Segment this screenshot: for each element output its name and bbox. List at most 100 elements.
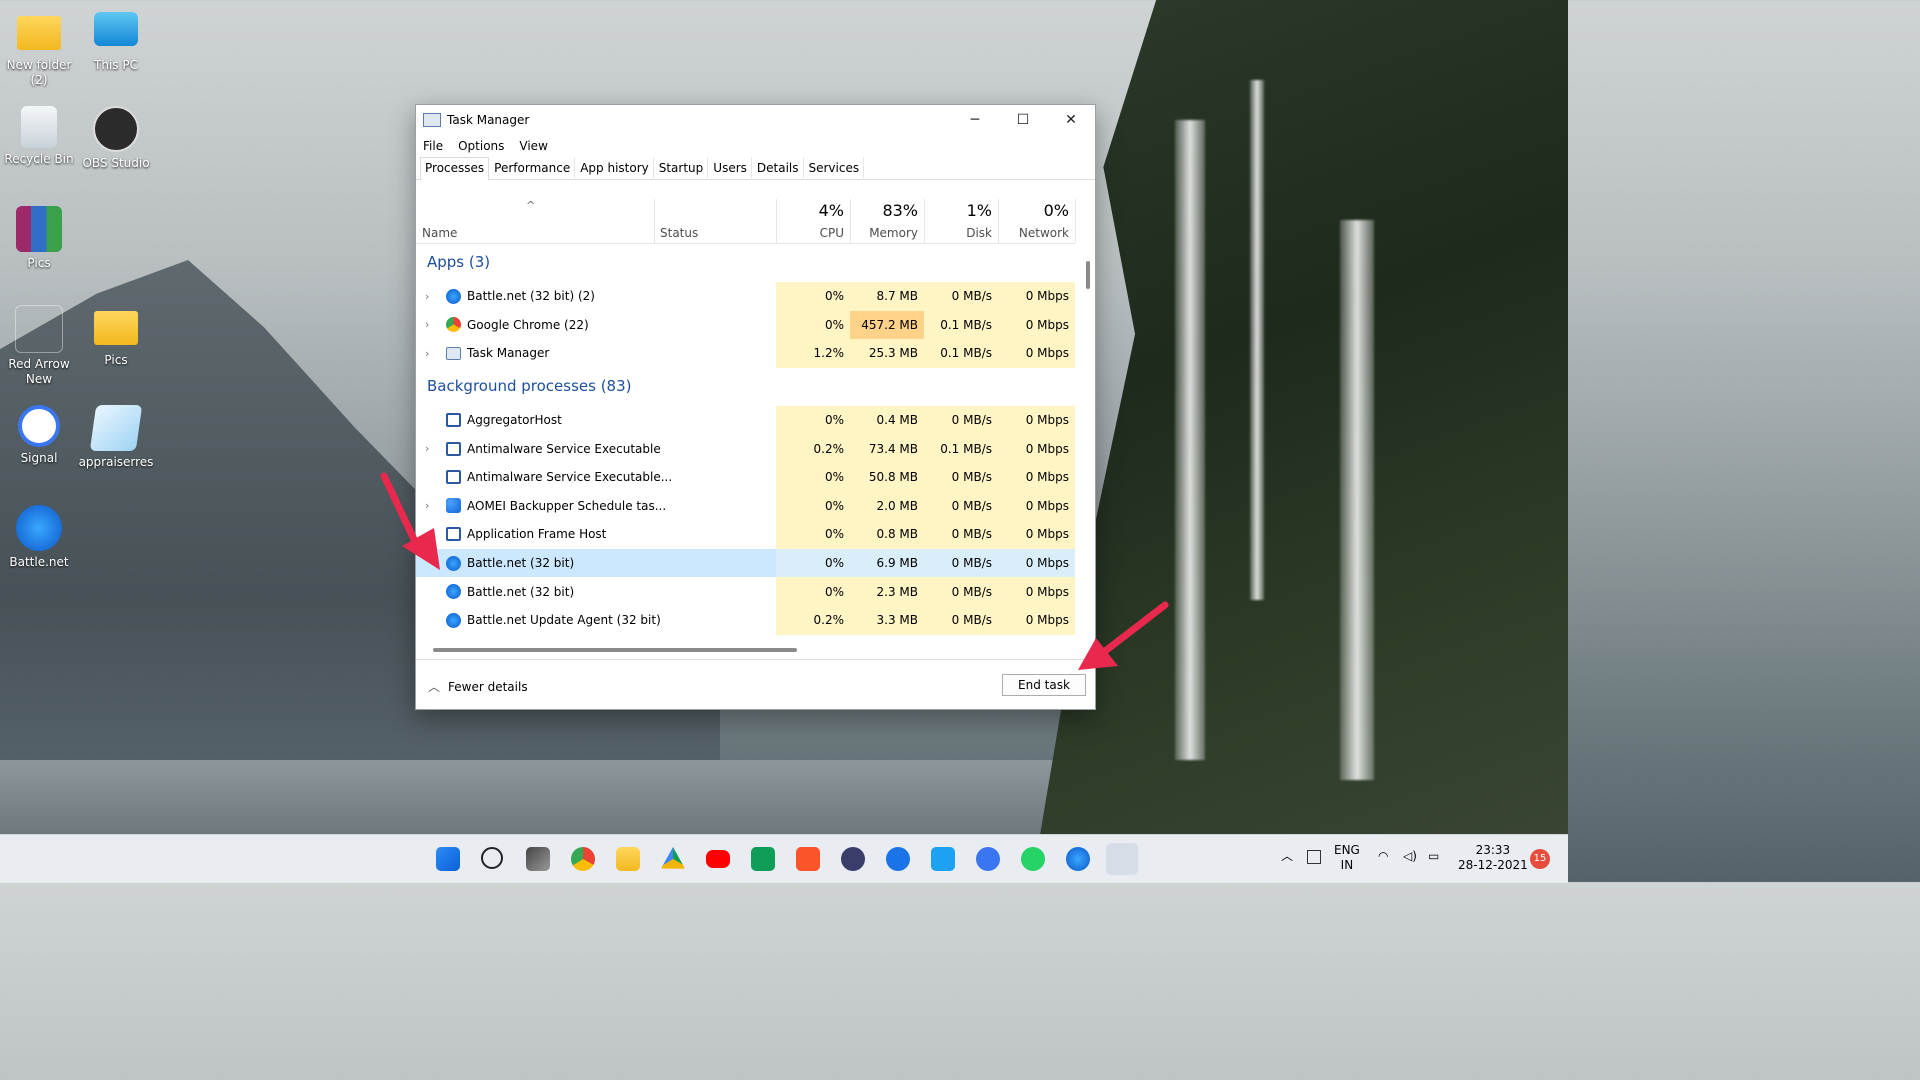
menu-view[interactable]: View [519,139,547,153]
tray-app-icon[interactable] [1307,850,1321,864]
whatsapp-icon[interactable] [1021,847,1045,871]
process-cpu: 0% [776,491,850,521]
column-header-memory[interactable]: 83% Memory [850,199,925,243]
desktop-icon-label: Pics [27,256,51,270]
process-net: 0 Mbps [998,310,1075,340]
google-drive-icon[interactable] [661,847,685,869]
fewer-details-button[interactable]: ︿ Fewer details [428,678,528,695]
volume-icon[interactable]: ◁) [1403,849,1417,864]
process-mem: 3.3 MB [850,605,924,635]
process-row[interactable]: › Task Manager 1.2% 25.3 MB 0.1 MB/s 0 Mbps [416,339,1075,368]
tab-details[interactable]: Details [752,157,804,178]
tab-users[interactable]: Users [708,157,752,178]
show-hidden-icons-chevron-icon[interactable]: ︿ [1281,849,1293,864]
clock[interactable]: 23:33 28-12-2021 [1458,843,1528,873]
process-row[interactable]: › AOMEI Backupper Schedule tas... 0% 2.0 MB… [416,491,1075,521]
menu-file[interactable]: File [423,139,443,153]
recycle-bin-icon [21,106,57,148]
maximize-button[interactable]: ☐ [999,105,1047,135]
task-view-icon[interactable] [526,847,550,871]
horizontal-scrollbar[interactable] [433,648,797,652]
disk-total-percent: 1% [966,201,992,220]
battery-icon[interactable]: ▭ [1428,849,1439,864]
column-header-label: Name [422,226,458,240]
wifi-icon[interactable]: ◠ [1378,849,1388,864]
tab-processes[interactable]: Processes [420,157,490,180]
chevron-right-icon[interactable]: › [425,318,429,331]
youtube-icon[interactable] [706,850,730,868]
task-manager-icon [423,113,441,127]
desktop-icon-appraiserres[interactable]: appraiserres [77,405,155,470]
column-header-network[interactable]: 0% Network [998,199,1076,243]
tab-startup[interactable]: Startup [654,157,709,178]
process-row[interactable]: › Battle.net (32 bit) (2) 0% 8.7 MB 0 MB/s 0 … [416,282,1075,311]
process-mem: 2.0 MB [850,491,924,521]
desktop-icon-pics-folder[interactable]: Pics [77,305,155,368]
notification-badge[interactable]: 15 [1530,849,1550,869]
column-header-cpu[interactable]: 4% CPU [776,199,851,243]
process-disk: 0.1 MB/s [924,434,998,463]
vertical-scrollbar[interactable] [1086,244,1090,642]
process-row[interactable]: › Google Chrome (22) 0% 457.2 MB 0.1 MB/s 0 M… [416,310,1075,340]
bittorrent-icon[interactable] [841,847,865,871]
title-bar[interactable]: Task Manager ─ ☐ ✕ [416,105,1095,135]
process-cpu: 0.2% [776,605,850,635]
scrollbar-thumb[interactable] [1086,261,1090,289]
process-row[interactable]: Battle.net (32 bit) 0% 6.9 MB 0 MB/s 0 Mbps [416,548,1075,578]
process-row[interactable]: › Antimalware Service Executable 0.2% 73.4 … [416,434,1075,463]
column-header-status[interactable]: Status [654,199,777,243]
process-net: 0 Mbps [998,405,1075,435]
close-button[interactable]: ✕ [1047,105,1095,135]
google-sheets-icon[interactable] [751,847,775,871]
process-disk: 0 MB/s [924,548,998,578]
tab-app-history[interactable]: App history [575,157,654,178]
column-header-label: Status [660,226,699,240]
winrar-icon [16,206,62,252]
desktop-icon-this-pc[interactable]: This PC [77,10,155,73]
desktop-icon-new-folder[interactable]: New folder (2) [0,10,78,88]
tab-performance[interactable]: Performance [489,157,576,178]
process-row[interactable]: Application Frame Host 0% 0.8 MB 0 MB/s 0 Mb… [416,520,1075,549]
process-row[interactable]: Antimalware Service Executable... 0% 50.8 … [416,462,1075,492]
group-header-apps[interactable]: Apps (3) [416,244,1075,282]
process-net: 0 Mbps [998,548,1075,578]
column-header-name[interactable]: ^ Name [416,199,655,243]
chevron-right-icon[interactable]: › [425,347,429,360]
process-name: Battle.net (32 bit) (2) [467,289,595,304]
search-icon[interactable] [481,847,503,869]
wallpaper-waterfall [1175,120,1205,760]
chrome-icon[interactable] [571,847,595,871]
tab-services[interactable]: Services [804,157,865,178]
battlenet-icon[interactable] [1066,847,1090,871]
desktop-icon-recycle-bin[interactable]: Recycle Bin [0,106,78,167]
battlenet-icon [446,612,461,628]
menu-options[interactable]: Options [458,139,504,153]
chevron-right-icon[interactable]: › [425,442,429,455]
twitter-icon[interactable] [931,847,955,871]
column-header-disk[interactable]: 1% Disk [924,199,999,243]
desktop-icon-label: Red Arrow New [8,357,70,386]
process-cpu: 0% [776,282,850,311]
task-manager-icon[interactable] [1106,843,1138,875]
process-disk: 0 MB/s [924,462,998,492]
desktop-icon-obs-studio[interactable]: OBS Studio [77,106,155,171]
process-row[interactable]: Battle.net Update Agent (32 bit) 0.2% 3.3 … [416,605,1075,635]
signal-icon[interactable] [976,847,1000,871]
app-icon[interactable] [886,847,910,871]
process-window-icon [446,441,461,456]
process-row[interactable]: AggregatorHost 0% 0.4 MB 0 MB/s 0 Mbps [416,405,1075,435]
desktop-icon-battlenet[interactable]: Battle.net [0,505,78,570]
file-explorer-icon[interactable] [616,847,640,871]
desktop-icon-signal[interactable]: Signal [0,405,78,466]
language-indicator[interactable]: ENG IN [1334,843,1360,873]
chevron-right-icon[interactable]: › [425,290,429,303]
start-icon[interactable] [436,847,460,871]
process-name: Battle.net Update Agent (32 bit) [467,613,661,628]
group-header-background[interactable]: Background processes (83) [416,368,1075,406]
desktop-icon-red-arrow[interactable]: Red Arrow New [0,305,78,387]
minimize-button[interactable]: ─ [951,105,999,135]
process-row[interactable]: Battle.net (32 bit) 0% 2.3 MB 0 MB/s 0 Mbps [416,577,1075,606]
desktop-icon-pics-archive[interactable]: Pics [0,206,78,271]
brave-icon[interactable] [796,847,820,871]
process-mem: 8.7 MB [850,282,924,311]
